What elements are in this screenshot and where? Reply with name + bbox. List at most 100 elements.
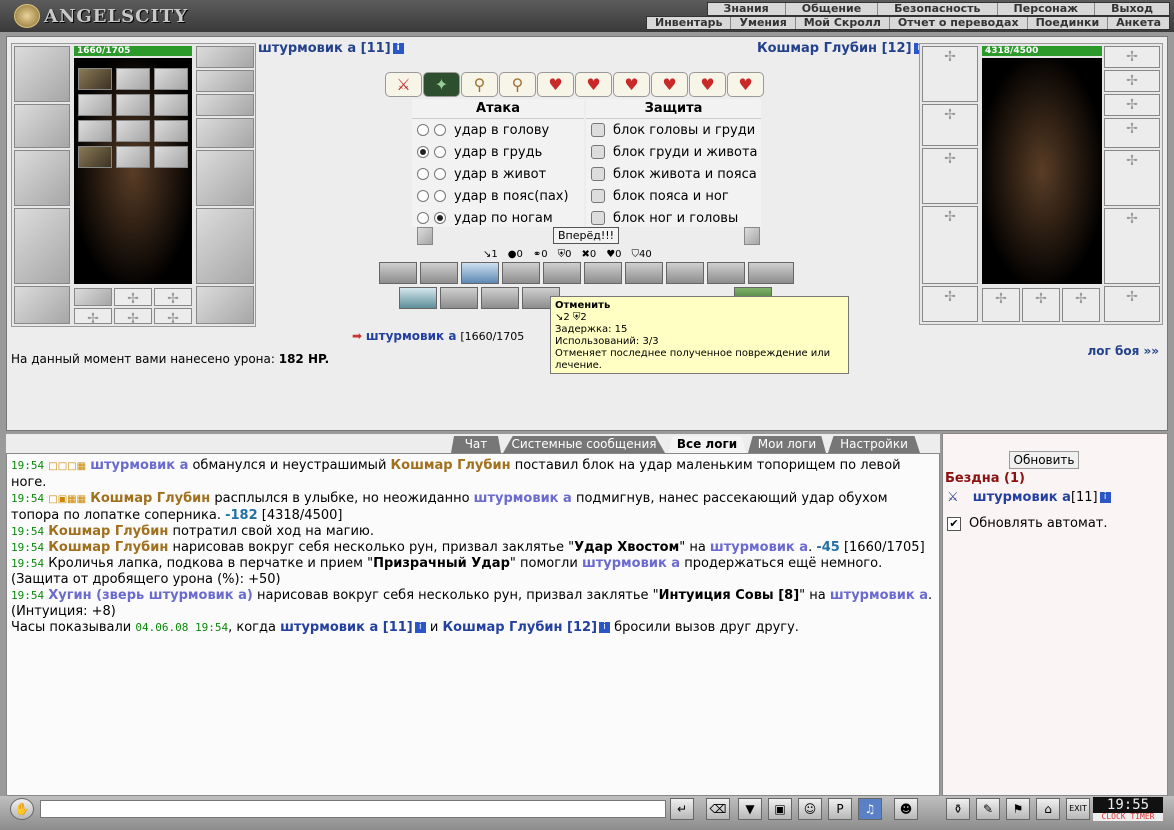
ability-icon[interactable] [666,262,704,284]
item-slot[interactable] [116,68,150,90]
gloves-slot[interactable] [196,118,254,148]
empty-slot[interactable] [154,288,192,307]
save-icon[interactable]: ▣ [768,798,792,820]
refresh-button[interactable]: Обновить [1009,451,1079,469]
heart-scroll-icon[interactable]: ♥ [575,72,612,97]
defense-row[interactable]: блок ног и головы [586,207,761,229]
translit-icon[interactable]: ♫ [858,798,882,820]
filter-icon[interactable]: ▼ [738,798,762,820]
enemy-name[interactable]: Кошмар Глубин [12]i [757,41,925,56]
location-player[interactable]: ⚔ штурмовик а[11] i [947,490,1111,505]
weapon-slot[interactable] [922,148,978,204]
item-slot[interactable] [78,120,112,142]
attack-radio[interactable] [417,124,429,136]
belt-slot[interactable] [922,286,978,322]
attack-radio[interactable] [417,168,429,180]
bracers-slot[interactable] [922,104,978,146]
heart-scroll-icon[interactable]: ♥ [651,72,688,97]
ring-slot[interactable] [1104,94,1160,116]
item-slot[interactable] [116,146,150,168]
weapon-slot[interactable] [14,150,70,206]
defense-option[interactable] [591,145,605,159]
bracers-slot[interactable] [14,104,70,148]
heart-scroll-icon[interactable]: ♥ [537,72,574,97]
ability-icon[interactable] [707,262,745,284]
menu-character[interactable]: Персонаж [998,3,1096,15]
submenu-transfers[interactable]: Отчет о переводах [890,17,1028,29]
shield-icon[interactable] [417,227,433,245]
gloves-slot[interactable] [1104,118,1160,148]
empty-slot[interactable] [154,308,192,327]
submenu-skills[interactable]: Умения [731,17,796,29]
clear-icon[interactable]: ⌫ [706,798,730,820]
attack-radio[interactable] [434,124,446,136]
clan-icon[interactable]: ⚑ [1006,798,1030,820]
item-slot[interactable] [78,146,112,168]
send-icon[interactable]: ↵ [670,798,694,820]
ability-icon[interactable] [420,262,458,284]
item-slot[interactable] [78,94,112,116]
attack-radio[interactable] [434,146,446,158]
item-slot[interactable] [116,120,150,142]
attack-row[interactable]: удар по ногам [412,207,584,229]
ring-slot[interactable] [196,94,254,116]
bag-icon[interactable]: ⚱ [946,798,970,820]
boots-slot[interactable] [1104,286,1160,322]
home-icon[interactable]: ⌂ [1036,798,1060,820]
chat-input[interactable] [40,800,666,818]
scroll-icon[interactable]: ✎ [976,798,1000,820]
necklace-slot[interactable] [1104,70,1160,92]
refresh-icon[interactable] [744,227,760,245]
attack-radio[interactable] [434,168,446,180]
defense-option[interactable] [591,167,605,181]
info-icon[interactable]: i [392,43,404,54]
attack-row[interactable]: удар в живот [412,163,584,185]
helmet-slot[interactable] [14,46,70,102]
attack-radio[interactable] [417,146,429,158]
scroll-icon[interactable]: ✦ [423,72,460,97]
ability-icon[interactable] [481,287,519,309]
menu-social[interactable]: Общение [786,3,879,15]
defense-option[interactable] [591,123,605,137]
submenu-scroll[interactable]: Мой Скролл [796,17,890,29]
tab-system[interactable]: Системные сообщения [503,436,665,453]
necklace-slot[interactable] [196,70,254,92]
info-icon[interactable]: i [1099,492,1111,503]
ability-icon[interactable] [440,287,478,309]
info-icon[interactable]: i [414,622,426,633]
defense-option[interactable] [591,211,605,225]
submenu-inventory[interactable]: Инвентарь [647,17,732,29]
ability-icon[interactable] [748,262,794,284]
attack-row[interactable]: удар в пояс(пах) [412,185,584,207]
tab-chat[interactable]: Чат [451,436,501,453]
player-name[interactable]: штурмовик а [11] i [258,41,404,56]
attack-row[interactable]: удар в грудь [412,141,584,163]
ability-icon[interactable] [584,262,622,284]
ability-icon[interactable] [625,262,663,284]
legs-slot[interactable] [1104,208,1160,284]
ability-icon[interactable] [379,262,417,284]
tab-all-logs[interactable]: Все логи [668,436,746,453]
chat-mode-icon[interactable]: ✋ [10,798,34,820]
target-name[interactable]: штурмовик а [366,329,457,343]
amulet-slot[interactable] [196,46,254,68]
forward-button[interactable]: Вперёд!!! [553,227,619,244]
defense-row[interactable]: блок пояса и ног [586,185,761,207]
empty-slot[interactable] [74,308,112,327]
empty-slot[interactable] [114,288,152,307]
ability-icon[interactable] [502,262,540,284]
offhand-slot[interactable] [196,150,254,206]
scroll-icon[interactable]: ⚔ [385,72,422,97]
menu-knowledge[interactable]: Знания [708,3,786,15]
helmet-slot[interactable] [922,46,978,102]
ability-icon[interactable] [399,287,437,309]
smiley-person-icon[interactable]: ☺ [798,798,822,820]
shield-slot[interactable] [1104,150,1160,206]
attack-radio[interactable] [417,212,429,224]
auto-refresh[interactable]: ✔ Обновлять автомат. [947,516,1108,531]
belt-slot[interactable] [14,286,70,324]
item-slot[interactable] [78,68,112,90]
armor-slot[interactable] [922,206,978,284]
tab-my-logs[interactable]: Мои логи [748,436,826,453]
item-slot[interactable] [154,68,188,90]
